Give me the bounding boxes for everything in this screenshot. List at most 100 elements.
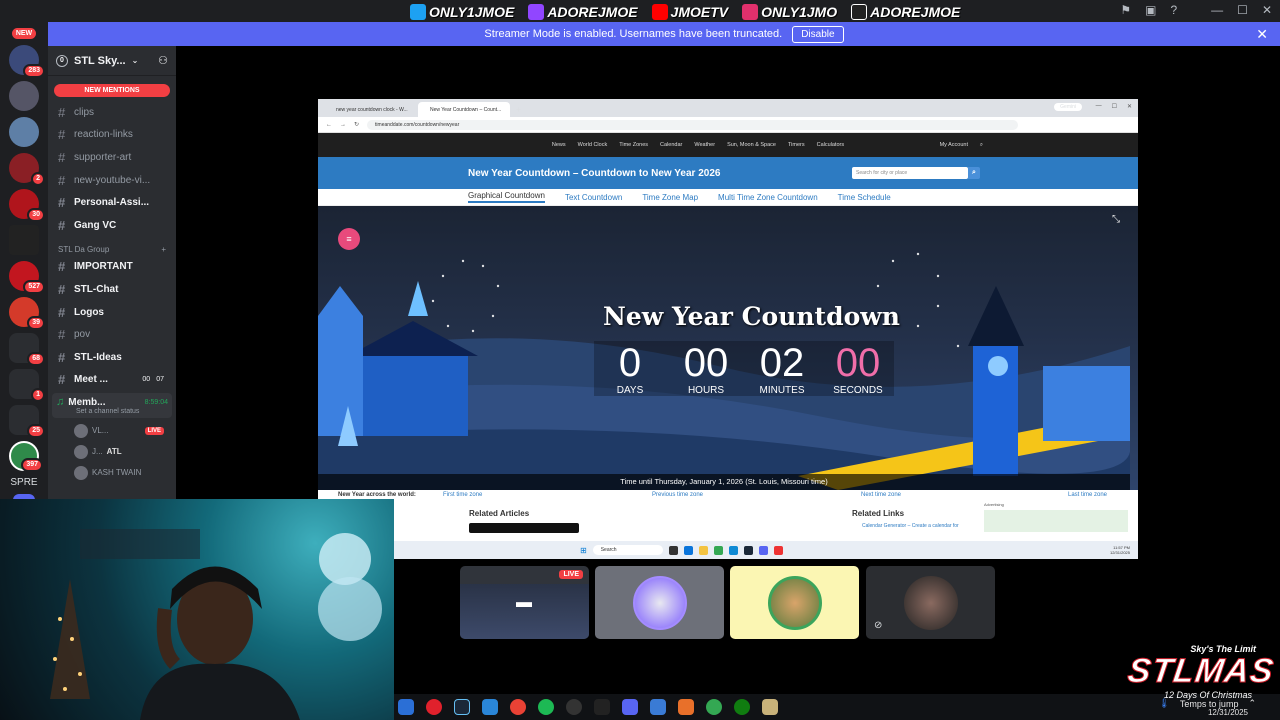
channel-meet[interactable]: # Meet ... 00 07 xyxy=(48,369,176,392)
chrome-icon[interactable] xyxy=(713,545,723,555)
nav-item[interactable]: Weather xyxy=(694,142,715,148)
app-icon[interactable] xyxy=(482,699,498,715)
app-icon[interactable] xyxy=(773,545,783,555)
nav-item[interactable]: World Clock xyxy=(578,142,608,148)
next-time-zone-link[interactable]: Next time zone xyxy=(861,492,901,498)
channel-important[interactable]: # IMPORTANT xyxy=(48,256,176,279)
channel-new-youtube[interactable]: # new-youtube-vi... xyxy=(48,169,176,192)
xbox-icon[interactable] xyxy=(734,699,750,715)
channel-supporter-art[interactable]: # supporter-art xyxy=(48,146,176,169)
plus-icon[interactable]: + xyxy=(161,245,166,254)
minimize-icon[interactable]: — xyxy=(1096,103,1102,110)
voice-channel-active[interactable]: ♫ Memb... 8:59:04 Set a channel status xyxy=(52,393,172,419)
nav-item[interactable]: Calculators xyxy=(817,142,845,148)
server-icon[interactable]: 527 xyxy=(9,261,45,294)
server-folder-icon[interactable]: 25 xyxy=(9,405,45,438)
gemini-button[interactable]: Gemini xyxy=(1054,103,1082,111)
search-icon[interactable]: ⌕ xyxy=(980,142,983,149)
screen-icon[interactable]: ▣ xyxy=(1145,3,1156,17)
edge-icon[interactable] xyxy=(728,545,738,555)
maximize-icon[interactable]: ☐ xyxy=(1112,103,1117,110)
app-icon[interactable] xyxy=(650,699,666,715)
menu-icon[interactable]: ≡ xyxy=(338,228,360,250)
forward-icon[interactable]: → xyxy=(340,122,346,128)
server-icon[interactable]: 39 xyxy=(9,297,45,330)
app-icon[interactable] xyxy=(762,699,778,715)
my-account-link[interactable]: My Account xyxy=(940,142,968,148)
app-icon[interactable] xyxy=(678,699,694,715)
previous-time-zone-link[interactable]: Previous time zone xyxy=(652,492,703,498)
channel-reaction-links[interactable]: # reaction-links xyxy=(48,124,176,147)
server-icon[interactable] xyxy=(9,81,39,111)
add-member-icon[interactable]: ⚇ xyxy=(158,54,168,67)
server-folder-icon[interactable]: 68 xyxy=(9,333,45,366)
channel-clips[interactable]: # clips xyxy=(48,101,176,124)
steam-icon[interactable] xyxy=(743,545,753,555)
spotify-icon[interactable] xyxy=(538,699,554,715)
address-input[interactable]: timeanddate.com/countdown/newyear xyxy=(367,119,1018,130)
server-folder-icon[interactable]: 1 xyxy=(9,369,45,402)
subtab-multi[interactable]: Multi Time Zone Countdown xyxy=(718,193,818,202)
channel-stl-chat[interactable]: # STL-Chat xyxy=(48,278,176,301)
nav-item[interactable]: News xyxy=(552,142,566,148)
stream-tile[interactable]: LIVE ▬ xyxy=(460,566,589,639)
inbox-icon[interactable]: ⚑ xyxy=(1120,3,1131,17)
server-header[interactable]: 0 STL Sky... ⌄ ⚇ xyxy=(48,46,176,76)
folder-icon[interactable] xyxy=(698,545,708,555)
last-time-zone-link[interactable]: Last time zone xyxy=(1068,492,1107,498)
close-icon[interactable]: ✕ xyxy=(1127,103,1132,110)
channel-pov[interactable]: # pov xyxy=(48,323,176,346)
subtab-text[interactable]: Text Countdown xyxy=(565,193,622,202)
subtab-schedule[interactable]: Time Schedule xyxy=(838,193,891,202)
maximize-button[interactable]: ☐ xyxy=(1237,3,1248,17)
channel-status[interactable]: Set a channel status xyxy=(56,408,168,415)
search-icon[interactable]: ⌕ xyxy=(968,167,980,179)
server-icon[interactable]: 30 xyxy=(9,189,45,222)
opera-icon[interactable] xyxy=(426,699,442,715)
chrome-icon[interactable] xyxy=(706,699,722,715)
app-icon[interactable] xyxy=(668,545,678,555)
nav-item[interactable]: Sun, Moon & Space xyxy=(727,142,776,148)
back-icon[interactable]: ← xyxy=(326,122,332,128)
app-icon[interactable] xyxy=(683,545,693,555)
participant-tile[interactable]: ⊘ xyxy=(866,566,995,639)
city-search-input[interactable]: Search for city or place xyxy=(852,167,968,179)
server-icon[interactable] xyxy=(9,117,39,147)
new-tab-icon[interactable]: + xyxy=(516,105,521,114)
voice-member[interactable]: J... ATL xyxy=(48,441,176,462)
server-icon[interactable]: 397 xyxy=(9,441,43,472)
close-button[interactable]: ✕ xyxy=(1262,3,1272,17)
participant-tile[interactable] xyxy=(730,566,859,639)
minimize-button[interactable]: — xyxy=(1211,3,1223,17)
steam-icon[interactable] xyxy=(454,699,470,715)
server-icon[interactable] xyxy=(9,225,39,255)
server-icon[interactable]: 2 xyxy=(9,153,45,186)
participant-tile[interactable] xyxy=(595,566,724,639)
related-link[interactable]: Calendar Generator – Create a calendar f… xyxy=(862,523,959,529)
nav-item[interactable]: Calendar xyxy=(660,142,682,148)
new-mentions-pill[interactable]: NEW MENTIONS xyxy=(54,84,170,97)
browser-tab[interactable]: new year countdown clock - W... xyxy=(324,102,416,117)
advertisement[interactable] xyxy=(984,510,1128,532)
nav-item[interactable]: Time Zones xyxy=(619,142,648,148)
browser-tab-active[interactable]: New Year Countdown – Count... xyxy=(418,102,510,117)
channel-personal-assi[interactable]: # Personal-Assi... xyxy=(48,191,176,214)
voice-member[interactable]: VL... LIVE xyxy=(48,420,176,441)
discord-icon[interactable] xyxy=(622,699,638,715)
article-thumbnail[interactable] xyxy=(469,523,579,533)
app-icon[interactable] xyxy=(398,699,414,715)
category-stl-da-group[interactable]: STL Da Group + xyxy=(48,237,176,256)
fullscreen-icon[interactable]: ⤡ xyxy=(1112,214,1120,225)
channel-gang-vc[interactable]: # Gang VC xyxy=(48,214,176,237)
epic-games-icon[interactable] xyxy=(594,699,610,715)
first-time-zone-link[interactable]: First time zone xyxy=(443,492,482,498)
server-icon[interactable]: 283 xyxy=(9,45,45,78)
channel-stl-ideas[interactable]: # STL-Ideas xyxy=(48,346,176,369)
discord-icon[interactable] xyxy=(758,545,768,555)
subtab-graphical[interactable]: Graphical Countdown xyxy=(468,191,545,203)
subtab-map[interactable]: Time Zone Map xyxy=(642,193,698,202)
channel-logos[interactable]: # Logos xyxy=(48,301,176,324)
help-icon[interactable]: ? xyxy=(1170,3,1177,17)
voice-member[interactable]: KASH TWAIN xyxy=(48,462,176,483)
disable-button[interactable]: Disable xyxy=(792,25,844,43)
